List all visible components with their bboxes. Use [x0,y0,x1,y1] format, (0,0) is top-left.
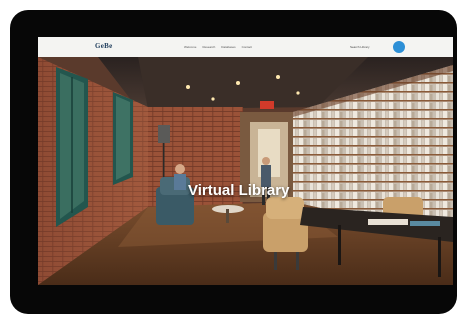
nav-link-contact[interactable]: Contact [242,45,252,49]
nav-search-library[interactable]: Search Library [350,45,370,49]
hero-title: Virtual Library [188,182,290,199]
nav-links: Welcome Research Databases Contact [184,45,252,49]
circle-button-icon[interactable] [393,41,405,53]
site-navbar: GeBe Welcome Research Databases Contact … [38,37,453,57]
library-photo [38,37,453,285]
site-logo[interactable]: GeBe [95,42,113,50]
nav-link-welcome[interactable]: Welcome [184,45,196,49]
device-frame: GeBe Welcome Research Databases Contact … [10,10,457,314]
nav-link-research[interactable]: Research [202,45,215,49]
website-screen: GeBe Welcome Research Databases Contact … [38,37,453,285]
nav-link-databases[interactable]: Databases [221,45,235,49]
